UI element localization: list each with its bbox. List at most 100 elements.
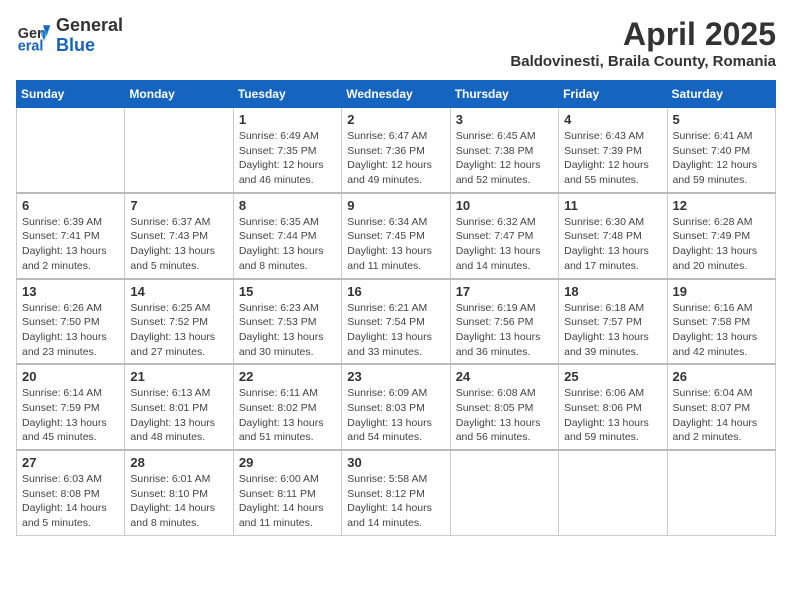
calendar-cell: 23 Sunrise: 6:09 AM Sunset: 8:03 PM Dayli…: [342, 364, 450, 450]
day-number: 30: [347, 455, 444, 470]
calendar-cell: 4 Sunrise: 6:43 AM Sunset: 7:39 PM Daylig…: [559, 108, 667, 193]
day-info: Sunrise: 6:23 AM Sunset: 7:53 PM Dayligh…: [239, 301, 336, 360]
day-number: 23: [347, 369, 444, 384]
weekday-header: Monday: [125, 81, 233, 108]
day-number: 2: [347, 112, 444, 127]
calendar-cell: 5Sunrise: 6:41 AM Sunset: 7:40 PM Daylig…: [667, 108, 775, 193]
day-number: 22: [239, 369, 336, 384]
calendar-cell: 16Sunrise: 6:21 AM Sunset: 7:54 PM Dayli…: [342, 279, 450, 365]
day-info: Sunrise: 6:13 AM Sunset: 8:01 PM Dayligh…: [130, 386, 227, 445]
calendar-cell: 30 Sunrise: 5:58 AM Sunset: 8:12 PM Dayli…: [342, 450, 450, 535]
day-number: 3: [456, 112, 553, 127]
logo-blue: Blue: [56, 36, 123, 56]
day-info: Sunrise: 6:30 AM Sunset: 7:48 PM Dayligh…: [564, 215, 661, 274]
page-header: Gen eral General Blue April 2025 Baldovi…: [16, 16, 776, 70]
day-info: Sunrise: 6:37 AM Sunset: 7:43 PM Dayligh…: [130, 215, 227, 274]
calendar-cell: 14 Sunrise: 6:25 AM Sunset: 7:52 PM Dayli…: [125, 279, 233, 365]
day-number: 20: [22, 369, 119, 384]
day-info: Sunrise: 6:03 AM Sunset: 8:08 PM Dayligh…: [22, 472, 119, 531]
svg-text:eral: eral: [18, 38, 44, 54]
weekday-header: Sunday: [17, 81, 125, 108]
day-info: Sunrise: 6:43 AM Sunset: 7:39 PM Dayligh…: [564, 129, 661, 188]
day-number: 4: [564, 112, 661, 127]
weekday-header: Thursday: [450, 81, 558, 108]
logo-icon: Gen eral: [16, 18, 52, 54]
calendar-cell: 2 Sunrise: 6:47 AM Sunset: 7:36 PM Daylig…: [342, 108, 450, 193]
day-info: Sunrise: 6:28 AM Sunset: 7:49 PM Dayligh…: [673, 215, 770, 274]
day-number: 10: [456, 198, 553, 213]
day-number: 6: [22, 198, 119, 213]
title-block: April 2025 Baldovinesti, Braila County, …: [510, 16, 776, 70]
day-info: Sunrise: 6:01 AM Sunset: 8:10 PM Dayligh…: [130, 472, 227, 531]
day-number: 27: [22, 455, 119, 470]
calendar-cell: 27 Sunrise: 6:03 AM Sunset: 8:08 PM Dayli…: [17, 450, 125, 535]
logo: Gen eral General Blue: [16, 16, 123, 56]
day-info: Sunrise: 6:21 AM Sunset: 7:54 PM Dayligh…: [347, 301, 444, 360]
day-info: Sunrise: 6:32 AM Sunset: 7:47 PM Dayligh…: [456, 215, 553, 274]
day-number: 1: [239, 112, 336, 127]
calendar-cell: 7 Sunrise: 6:37 AM Sunset: 7:43 PM Daylig…: [125, 193, 233, 279]
weekday-header: Saturday: [667, 81, 775, 108]
day-number: 26: [673, 369, 770, 384]
calendar-cell: 17 Sunrise: 6:19 AM Sunset: 7:56 PM Dayli…: [450, 279, 558, 365]
calendar-cell: [125, 108, 233, 193]
calendar-cell: 15Sunrise: 6:23 AM Sunset: 7:53 PM Dayli…: [233, 279, 341, 365]
calendar-cell: [667, 450, 775, 535]
day-info: Sunrise: 6:19 AM Sunset: 7:56 PM Dayligh…: [456, 301, 553, 360]
calendar-cell: 25 Sunrise: 6:06 AM Sunset: 8:06 PM Dayli…: [559, 364, 667, 450]
day-number: 25: [564, 369, 661, 384]
calendar-cell: 21 Sunrise: 6:13 AM Sunset: 8:01 PM Dayli…: [125, 364, 233, 450]
day-info: Sunrise: 6:25 AM Sunset: 7:52 PM Dayligh…: [130, 301, 227, 360]
calendar-cell: [450, 450, 558, 535]
day-info: Sunrise: 6:18 AM Sunset: 7:57 PM Dayligh…: [564, 301, 661, 360]
day-number: 13: [22, 284, 119, 299]
day-info: Sunrise: 6:16 AM Sunset: 7:58 PM Dayligh…: [673, 301, 770, 360]
day-number: 19: [673, 284, 770, 299]
calendar-cell: 13 Sunrise: 6:26 AM Sunset: 7:50 PM Dayli…: [17, 279, 125, 365]
day-info: Sunrise: 6:14 AM Sunset: 7:59 PM Dayligh…: [22, 386, 119, 445]
day-info: Sunrise: 6:47 AM Sunset: 7:36 PM Dayligh…: [347, 129, 444, 188]
day-number: 28: [130, 455, 227, 470]
calendar-cell: 10 Sunrise: 6:32 AM Sunset: 7:47 PM Dayli…: [450, 193, 558, 279]
calendar-cell: [17, 108, 125, 193]
calendar-cell: 24 Sunrise: 6:08 AM Sunset: 8:05 PM Dayli…: [450, 364, 558, 450]
day-number: 8: [239, 198, 336, 213]
calendar-cell: 11Sunrise: 6:30 AM Sunset: 7:48 PM Dayli…: [559, 193, 667, 279]
day-info: Sunrise: 6:00 AM Sunset: 8:11 PM Dayligh…: [239, 472, 336, 531]
day-info: Sunrise: 6:26 AM Sunset: 7:50 PM Dayligh…: [22, 301, 119, 360]
day-info: Sunrise: 6:49 AM Sunset: 7:35 PM Dayligh…: [239, 129, 336, 188]
day-number: 21: [130, 369, 227, 384]
calendar-cell: 28 Sunrise: 6:01 AM Sunset: 8:10 PM Dayli…: [125, 450, 233, 535]
day-info: Sunrise: 6:35 AM Sunset: 7:44 PM Dayligh…: [239, 215, 336, 274]
day-info: Sunrise: 6:45 AM Sunset: 7:38 PM Dayligh…: [456, 129, 553, 188]
day-info: Sunrise: 6:34 AM Sunset: 7:45 PM Dayligh…: [347, 215, 444, 274]
calendar-cell: 19 Sunrise: 6:16 AM Sunset: 7:58 PM Dayli…: [667, 279, 775, 365]
day-number: 9: [347, 198, 444, 213]
day-info: Sunrise: 6:41 AM Sunset: 7:40 PM Dayligh…: [673, 129, 770, 188]
day-info: Sunrise: 6:11 AM Sunset: 8:02 PM Dayligh…: [239, 386, 336, 445]
day-number: 29: [239, 455, 336, 470]
calendar-cell: 20 Sunrise: 6:14 AM Sunset: 7:59 PM Dayli…: [17, 364, 125, 450]
logo-text: General Blue: [56, 16, 123, 56]
day-number: 18: [564, 284, 661, 299]
calendar-cell: 26Sunrise: 6:04 AM Sunset: 8:07 PM Dayli…: [667, 364, 775, 450]
calendar-cell: 22 Sunrise: 6:11 AM Sunset: 8:02 PM Dayli…: [233, 364, 341, 450]
day-number: 7: [130, 198, 227, 213]
calendar-title: April 2025: [510, 16, 776, 53]
day-number: 14: [130, 284, 227, 299]
day-info: Sunrise: 5:58 AM Sunset: 8:12 PM Dayligh…: [347, 472, 444, 531]
day-number: 17: [456, 284, 553, 299]
calendar-location: Baldovinesti, Braila County, Romania: [510, 53, 776, 70]
weekday-header: Wednesday: [342, 81, 450, 108]
calendar-cell: 6 Sunrise: 6:39 AM Sunset: 7:41 PM Daylig…: [17, 193, 125, 279]
logo-general: General: [56, 16, 123, 36]
day-info: Sunrise: 6:39 AM Sunset: 7:41 PM Dayligh…: [22, 215, 119, 274]
day-info: Sunrise: 6:09 AM Sunset: 8:03 PM Dayligh…: [347, 386, 444, 445]
day-info: Sunrise: 6:08 AM Sunset: 8:05 PM Dayligh…: [456, 386, 553, 445]
day-info: Sunrise: 6:06 AM Sunset: 8:06 PM Dayligh…: [564, 386, 661, 445]
calendar-cell: 8 Sunrise: 6:35 AM Sunset: 7:44 PM Daylig…: [233, 193, 341, 279]
day-number: 24: [456, 369, 553, 384]
weekday-header: Friday: [559, 81, 667, 108]
calendar-cell: 18 Sunrise: 6:18 AM Sunset: 7:57 PM Dayli…: [559, 279, 667, 365]
calendar-cell: [559, 450, 667, 535]
